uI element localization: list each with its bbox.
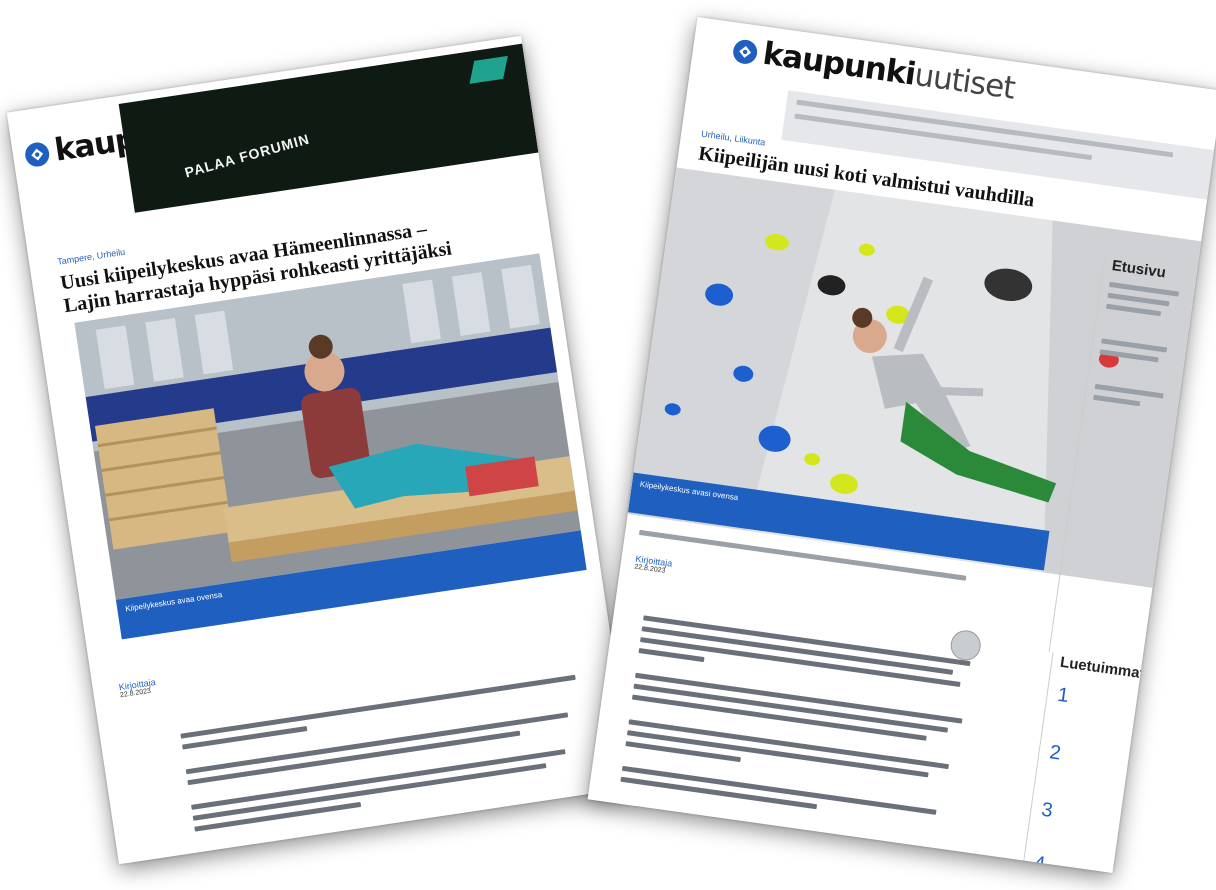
author-block: Kirjoittaja 22.8.2023: [118, 677, 157, 699]
logo-icon: [23, 140, 51, 168]
list-item-number[interactable]: 1: [1056, 684, 1070, 708]
ad-text: PALAA FORUMIN: [182, 130, 312, 181]
author-block: Kirjoittaja 22.8.2023: [634, 554, 673, 576]
ad-banner[interactable]: PALAA FORUMIN: [118, 43, 539, 213]
article-body: [620, 615, 971, 833]
list-item-number[interactable]: 2: [1048, 741, 1062, 765]
logo-strong-text: kaupunki: [760, 35, 918, 93]
ad-accent-shape: [469, 55, 508, 84]
site-logo[interactable]: kaupunkiuutiset: [731, 34, 1017, 107]
article-page-left: kaupunkiuutiset PALAA FORUMIN Tampere, U…: [6, 35, 634, 865]
article-body: [180, 672, 611, 838]
author-avatar[interactable]: [948, 628, 983, 663]
logo-light-text: uutiset: [912, 56, 1017, 107]
most-read-list: Luetuimmat 1 2 3 4: [1023, 652, 1146, 874]
list-item-number[interactable]: 4: [1032, 852, 1047, 873]
list-item-number[interactable]: 3: [1040, 799, 1054, 823]
article-page-right: kaupunkiuutiset Urheilu, Liikunta Kiipei…: [587, 16, 1216, 874]
logo-icon: [731, 37, 759, 65]
